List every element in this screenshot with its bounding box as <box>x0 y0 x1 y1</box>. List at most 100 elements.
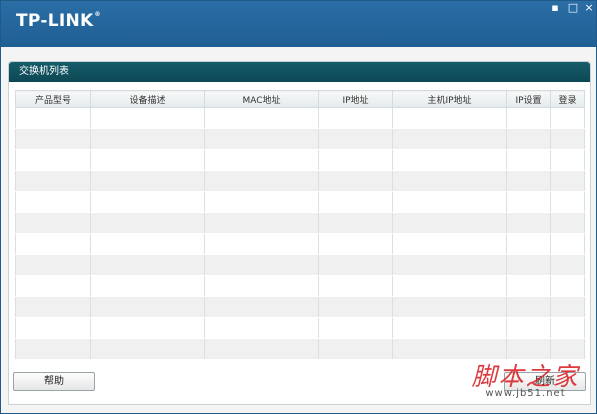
table-cell <box>90 233 205 255</box>
table-cell <box>204 107 319 129</box>
table-row[interactable] <box>15 107 585 129</box>
table-cell <box>392 338 507 360</box>
table-cell <box>506 128 551 150</box>
table-cell <box>392 254 507 276</box>
table-cell <box>318 107 393 129</box>
table-cell <box>15 233 91 255</box>
table-cell <box>90 128 205 150</box>
table-cell <box>15 338 91 360</box>
table-row[interactable] <box>15 254 585 276</box>
table-cell <box>550 212 585 234</box>
table-cell <box>550 338 585 360</box>
table-cell <box>90 149 205 171</box>
table-cell <box>15 212 91 234</box>
table-cell <box>550 275 585 297</box>
table-row[interactable] <box>15 212 585 234</box>
table-cell <box>506 254 551 276</box>
table-cell <box>318 338 393 360</box>
table-cell <box>318 212 393 234</box>
table-cell <box>392 275 507 297</box>
table-cell <box>550 149 585 171</box>
table-cell <box>550 296 585 318</box>
table-header-row: 产品型号 设备描述 MAC地址 IP地址 主机IP地址 IP设置 登录 <box>15 90 585 108</box>
column-header-ip-settings[interactable]: IP设置 <box>506 90 551 108</box>
table-cell <box>204 212 319 234</box>
table-cell <box>204 149 319 171</box>
table-cell <box>204 128 319 150</box>
table-row[interactable] <box>15 296 585 318</box>
table-cell <box>204 191 319 213</box>
table-cell <box>506 212 551 234</box>
table-row[interactable] <box>15 191 585 213</box>
column-header-ip[interactable]: IP地址 <box>318 90 393 108</box>
panel-title: 交换机列表 <box>9 62 590 82</box>
table-row[interactable] <box>15 338 585 360</box>
table-cell <box>506 233 551 255</box>
refresh-button[interactable]: 刷新 <box>504 372 586 391</box>
table-cell <box>506 107 551 129</box>
table-cell <box>90 338 205 360</box>
table-cell <box>550 191 585 213</box>
table-cell <box>15 149 91 171</box>
table-cell <box>204 296 319 318</box>
table-cell <box>15 107 91 129</box>
table-cell <box>506 170 551 192</box>
table-cell <box>204 317 319 339</box>
table-cell <box>318 275 393 297</box>
table-row[interactable] <box>15 317 585 339</box>
table-row[interactable] <box>15 128 585 150</box>
switch-list-panel: 交换机列表 产品型号 设备描述 MAC地址 IP地址 主机IP地址 IP设置 登… <box>8 61 591 405</box>
help-button[interactable]: 帮助 <box>13 372 95 391</box>
table-cell <box>90 317 205 339</box>
column-header-mac[interactable]: MAC地址 <box>204 90 319 108</box>
column-header-model[interactable]: 产品型号 <box>15 90 91 108</box>
table-cell <box>392 149 507 171</box>
title-bar: TP-LINK® ▪ □ × <box>1 1 596 47</box>
table-cell <box>392 128 507 150</box>
column-header-host-ip[interactable]: 主机IP地址 <box>392 90 507 108</box>
table-cell <box>15 170 91 192</box>
table-cell <box>90 212 205 234</box>
table-cell <box>506 191 551 213</box>
table-cell <box>90 191 205 213</box>
table-cell <box>392 233 507 255</box>
table-cell <box>90 275 205 297</box>
table-row[interactable] <box>15 275 585 297</box>
table-cell <box>392 212 507 234</box>
table-cell <box>90 254 205 276</box>
column-header-description[interactable]: 设备描述 <box>90 90 205 108</box>
table-cell <box>15 254 91 276</box>
minimize-button[interactable]: ▪ <box>546 1 564 17</box>
switch-table: 产品型号 设备描述 MAC地址 IP地址 主机IP地址 IP设置 登录 <box>15 90 585 360</box>
table-cell <box>318 170 393 192</box>
table-cell <box>550 317 585 339</box>
table-cell <box>318 128 393 150</box>
close-button[interactable]: × <box>580 1 597 17</box>
table-cell <box>550 107 585 129</box>
table-cell <box>204 254 319 276</box>
table-cell <box>506 296 551 318</box>
table-cell <box>15 317 91 339</box>
table-row[interactable] <box>15 149 585 171</box>
table-cell <box>392 107 507 129</box>
table-cell <box>15 191 91 213</box>
table-cell <box>392 191 507 213</box>
table-cell <box>318 296 393 318</box>
table-cell <box>318 191 393 213</box>
table-cell <box>550 170 585 192</box>
table-cell <box>392 317 507 339</box>
table-cell <box>90 296 205 318</box>
table-cell <box>204 233 319 255</box>
table-cell <box>204 338 319 360</box>
table-row[interactable] <box>15 233 585 255</box>
table-cell <box>506 149 551 171</box>
table-cell <box>15 296 91 318</box>
column-header-login[interactable]: 登录 <box>550 90 585 108</box>
table-cell <box>204 170 319 192</box>
table-cell <box>392 296 507 318</box>
table-cell <box>550 254 585 276</box>
table-cell <box>318 317 393 339</box>
table-cell <box>506 338 551 360</box>
tp-link-logo: TP-LINK® <box>16 11 101 31</box>
table-row[interactable] <box>15 170 585 192</box>
